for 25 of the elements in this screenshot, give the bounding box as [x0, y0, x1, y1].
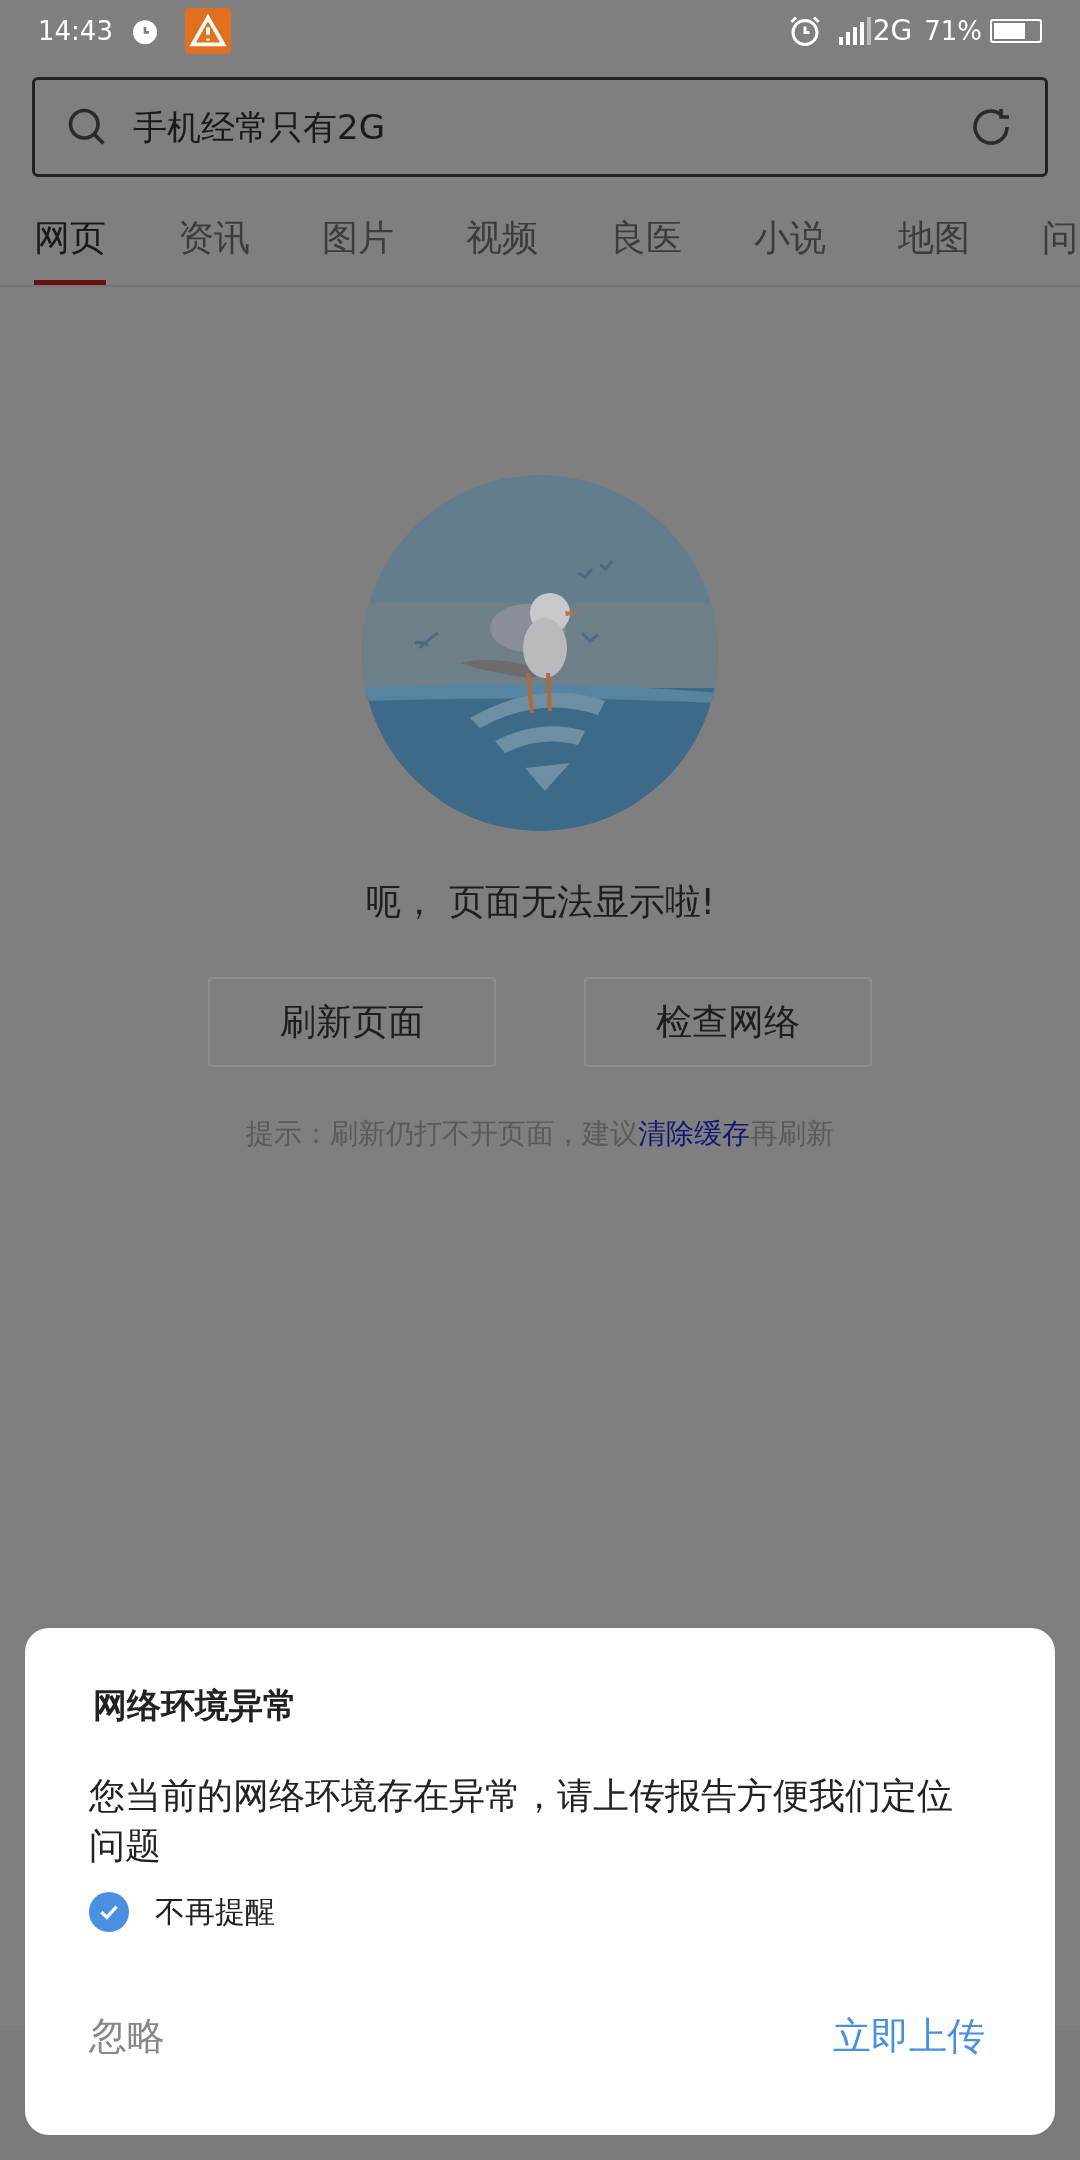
tab[interactable]: 视频 [466, 211, 538, 285]
battery-icon [990, 19, 1042, 43]
tab[interactable]: 地图 [898, 211, 970, 285]
dialog-message: 您当前的网络环境存在异常，请上传报告方便我们定位问题 [89, 1774, 954, 1868]
checkbox[interactable] [89, 1891, 129, 1932]
tab[interactable]: 问 [1042, 211, 1078, 285]
tab[interactable]: 图片 [322, 211, 394, 285]
ignore-button[interactable]: 忽略 [89, 2008, 165, 2065]
tab[interactable]: 良医 [610, 211, 682, 285]
status-time: 14:43 [38, 14, 113, 48]
checkbox-label: 不再提醒 [155, 1893, 275, 1931]
search-field[interactable]: 手机经常只有2G [32, 77, 1048, 177]
battery-percent: 71% [924, 14, 982, 48]
signal-icon [838, 17, 873, 45]
tab[interactable]: 网页 [34, 211, 106, 285]
network-type: 2G [872, 13, 913, 49]
tab[interactable]: 小说 [754, 211, 826, 285]
dialog-title: 网络环境异常 [92, 1684, 298, 1727]
error-message: 呃， 页面无法显示啦! [365, 880, 715, 924]
action-button[interactable]: 刷新页面 [208, 977, 496, 1067]
action-button[interactable]: 检查网络 [584, 977, 872, 1067]
tab[interactable]: 资讯 [178, 211, 250, 285]
upload-button[interactable]: 立即上传 [833, 2008, 985, 2065]
warning-icon [184, 8, 231, 54]
clear-cache-link[interactable]: 清除缓存 [638, 1117, 750, 1150]
